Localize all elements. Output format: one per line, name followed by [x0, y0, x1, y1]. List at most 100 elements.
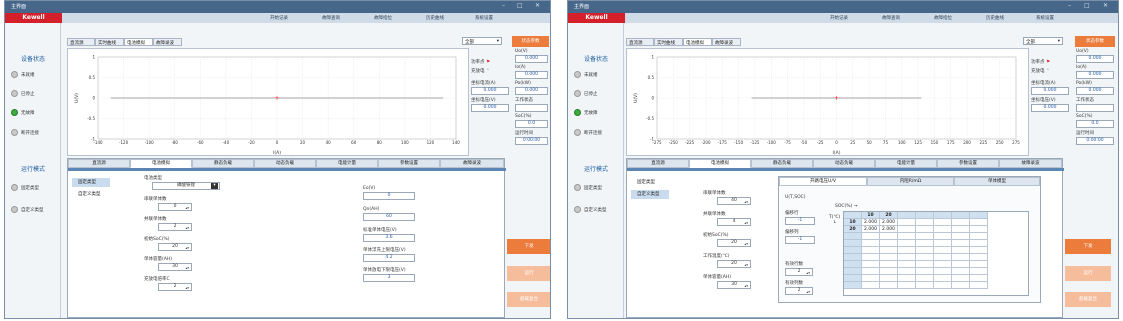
- menu-system-settings[interactable]: 系统设置: [475, 15, 493, 21]
- table-cell[interactable]: [934, 212, 952, 219]
- table-cell[interactable]: [898, 275, 916, 282]
- run-button[interactable]: 运行: [1065, 266, 1111, 281]
- table-cell[interactable]: [862, 233, 880, 240]
- table-cell[interactable]: [880, 254, 898, 261]
- table-cell[interactable]: [880, 275, 898, 282]
- init-soc-input[interactable]: 20 ▴▾: [158, 243, 192, 251]
- table-cell[interactable]: 2.000: [862, 219, 880, 226]
- ptab-cell-model[interactable]: 单体模型: [954, 177, 1040, 186]
- btab-dc-source[interactable]: 直流源: [627, 159, 689, 168]
- table-cell[interactable]: [916, 275, 934, 282]
- table-cell[interactable]: [952, 261, 970, 268]
- table-cell[interactable]: [844, 240, 862, 247]
- maximize-button[interactable]: □: [1084, 2, 1090, 9]
- table-cell[interactable]: [862, 282, 880, 289]
- valid-cols-input[interactable]: 2 ▴▾: [785, 287, 813, 295]
- table-cell[interactable]: [898, 261, 916, 268]
- table-cell[interactable]: [952, 282, 970, 289]
- btab-dc-source[interactable]: 直流源: [68, 159, 130, 168]
- type-custom[interactable]: 自定义类型: [631, 190, 669, 199]
- table-cell[interactable]: [952, 275, 970, 282]
- spinner-icon[interactable]: ▴▾: [744, 262, 748, 268]
- table-cell[interactable]: [916, 212, 934, 219]
- mode-fixed[interactable]: 固定类型: [11, 184, 39, 191]
- run-button[interactable]: 运行: [507, 266, 550, 281]
- close-button[interactable]: ✕: [535, 2, 540, 9]
- btab-dynamic-load[interactable]: 动态负载: [813, 159, 875, 168]
- table-cell[interactable]: [898, 233, 916, 240]
- btab-battery-sim[interactable]: 电池模拟: [130, 159, 192, 168]
- table-cell[interactable]: [844, 268, 862, 275]
- table-cell[interactable]: [970, 275, 988, 282]
- table-cell[interactable]: [898, 282, 916, 289]
- table-cell[interactable]: [916, 282, 934, 289]
- table-cell[interactable]: [880, 268, 898, 275]
- menu-system-settings[interactable]: 系统设置: [1036, 15, 1054, 21]
- minimize-button[interactable]: –: [1068, 2, 1071, 9]
- table-cell[interactable]: [898, 219, 916, 226]
- spinner-icon[interactable]: ▴▾: [806, 270, 810, 276]
- btab-static-load[interactable]: 静态负载: [751, 159, 813, 168]
- table-cell[interactable]: [862, 275, 880, 282]
- table-cell[interactable]: [952, 212, 970, 219]
- table-cell[interactable]: [862, 254, 880, 261]
- table-cell[interactable]: [952, 233, 970, 240]
- table-cell[interactable]: [844, 282, 862, 289]
- series-input[interactable]: 40 ▴▾: [717, 197, 751, 205]
- table-cell[interactable]: [862, 247, 880, 254]
- col-offset-input[interactable]: -1: [785, 236, 815, 244]
- table-cell[interactable]: [916, 219, 934, 226]
- btab-static-load[interactable]: 静态负载: [192, 159, 254, 168]
- spinner-icon[interactable]: ▴▾: [744, 220, 748, 226]
- btab-energy-meter[interactable]: 电能计量: [875, 159, 937, 168]
- row-offset-input[interactable]: -1: [785, 217, 815, 225]
- radio-icon[interactable]: [11, 184, 18, 191]
- table-cell[interactable]: [844, 233, 862, 240]
- tab-battery-sim[interactable]: 电池模拟: [124, 38, 153, 46]
- spinner-icon[interactable]: ▴▾: [185, 265, 189, 271]
- table-cell[interactable]: [880, 240, 898, 247]
- table-cell[interactable]: [934, 247, 952, 254]
- table-cell[interactable]: [934, 226, 952, 233]
- table-cell[interactable]: [934, 254, 952, 261]
- table-cell[interactable]: 20: [880, 212, 898, 219]
- mode-fixed[interactable]: 固定类型: [574, 184, 602, 191]
- ptab-resistance[interactable]: 内阻R/mΩ: [867, 177, 954, 186]
- table-cell[interactable]: [880, 261, 898, 268]
- table-cell[interactable]: [934, 275, 952, 282]
- menu-fault-query[interactable]: 故障查询: [882, 15, 900, 21]
- tab-realtime-curve[interactable]: 实时曲线: [95, 38, 124, 46]
- table-cell[interactable]: [934, 219, 952, 226]
- type-fixed[interactable]: 固定类型: [631, 178, 669, 187]
- ptab-ocv[interactable]: 开路电压U/V: [779, 177, 867, 186]
- spinner-icon[interactable]: ▴▾: [744, 283, 748, 289]
- table-cell[interactable]: [898, 247, 916, 254]
- table-cell[interactable]: [934, 233, 952, 240]
- table-cell[interactable]: [916, 240, 934, 247]
- spinner-icon[interactable]: ▴▾: [744, 241, 748, 247]
- table-cell[interactable]: [862, 240, 880, 247]
- table-cell[interactable]: [844, 247, 862, 254]
- menu-start-record[interactable]: 开始记录: [270, 15, 288, 21]
- series-input[interactable]: 0 ▴▾: [158, 203, 192, 211]
- status-params-button[interactable]: 状态参数: [1075, 36, 1115, 47]
- table-cell[interactable]: [952, 254, 970, 261]
- init-soc-input[interactable]: 20 ▴▾: [717, 239, 751, 247]
- spinner-icon[interactable]: ▴▾: [744, 199, 748, 205]
- btab-battery-sim[interactable]: 电池模拟: [689, 159, 751, 168]
- menu-fault-locate[interactable]: 故障指位: [374, 15, 392, 21]
- table-cell[interactable]: 10: [844, 219, 862, 226]
- radio-icon[interactable]: [574, 206, 581, 213]
- parallel-input[interactable]: 4 ▴▾: [717, 218, 751, 226]
- spinner-icon[interactable]: ▴▾: [185, 245, 189, 251]
- table-cell[interactable]: [970, 254, 988, 261]
- btab-param-settings[interactable]: 参数设置: [937, 159, 999, 168]
- table-cell[interactable]: 10: [862, 212, 880, 219]
- table-cell[interactable]: [844, 254, 862, 261]
- tab-fault-record[interactable]: 故障录波: [712, 38, 741, 46]
- table-cell[interactable]: [970, 212, 988, 219]
- table-cell[interactable]: [916, 254, 934, 261]
- menu-history-curve[interactable]: 历史曲线: [426, 15, 444, 21]
- table-cell[interactable]: [970, 240, 988, 247]
- tab-dc-source[interactable]: 直流源: [626, 38, 654, 46]
